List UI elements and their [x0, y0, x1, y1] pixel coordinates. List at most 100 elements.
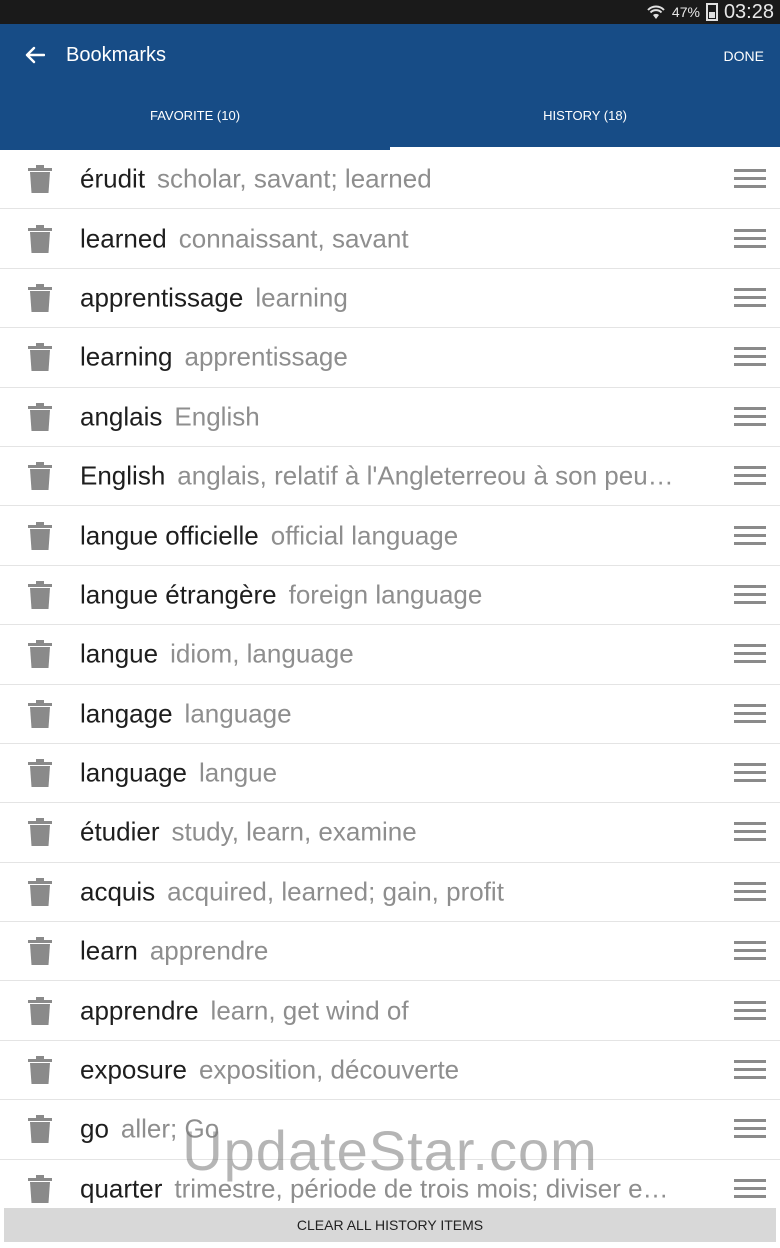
wifi-icon: [646, 4, 666, 20]
entry-translation: foreign language: [288, 579, 483, 610]
entry-word: langue: [80, 638, 159, 669]
tab-history[interactable]: HISTORY (18): [390, 86, 780, 150]
list-item[interactable]: langue étrangère foreign language: [0, 566, 780, 626]
trash-icon[interactable]: [28, 640, 52, 669]
entry-text: érudit scholar, savant; learned: [80, 164, 710, 195]
entry-translation: anglais, relatif à l'Angleterreou à son …: [177, 460, 674, 491]
entry-text: go aller; Go: [80, 1114, 710, 1145]
trash-icon[interactable]: [28, 521, 52, 550]
trash-icon[interactable]: [28, 402, 52, 431]
entry-word: anglais: [80, 401, 163, 432]
drag-handle-icon[interactable]: [734, 406, 766, 427]
entry-translation: connaissant, savant: [178, 223, 409, 254]
history-list: érudit scholar, savant; learned learned con…: [0, 150, 780, 1207]
list-item[interactable]: apprendre learn, get wind of: [0, 981, 780, 1041]
entry-word: language: [80, 757, 187, 788]
entry-text: étudier study, learn, examine: [80, 817, 710, 848]
entry-word: go: [80, 1113, 109, 1144]
list-item[interactable]: learned connaissant, savant: [0, 209, 780, 269]
app-bar: Bookmarks DONE FAVORITE (10) HISTORY (18…: [0, 24, 780, 150]
entry-word: learn: [80, 935, 138, 966]
entry-translation: apprentissage: [184, 341, 348, 372]
list-item[interactable]: langue officielle official language: [0, 506, 780, 566]
drag-handle-icon[interactable]: [734, 1060, 766, 1080]
list-item[interactable]: quarter trimestre, période de trois mois;…: [0, 1160, 780, 1207]
drag-handle-icon[interactable]: [734, 584, 766, 605]
entry-text: apprentissage learning: [80, 282, 710, 313]
clear-history-button[interactable]: CLEAR ALL HISTORY ITEMS: [4, 1208, 776, 1242]
trash-icon[interactable]: [28, 283, 52, 312]
entry-word: langue officielle: [80, 520, 259, 551]
drag-handle-icon[interactable]: [734, 287, 766, 308]
drag-handle-icon[interactable]: [734, 525, 766, 546]
trash-icon[interactable]: [28, 759, 52, 788]
list-item[interactable]: érudit scholar, savant; learned: [0, 150, 780, 210]
entry-word: learning: [80, 341, 173, 372]
entry-translation: exposition, découverte: [198, 1054, 460, 1085]
list-item[interactable]: exposure exposition, découverte: [0, 1041, 780, 1101]
arrow-left-icon[interactable]: [22, 42, 48, 68]
entry-text: acquis acquired, learned; gain, profit: [80, 876, 710, 907]
trash-icon[interactable]: [28, 580, 52, 609]
list-item[interactable]: language langue: [0, 744, 780, 804]
trash-icon[interactable]: [28, 165, 52, 194]
entry-text: langue idiom, language: [80, 639, 710, 670]
list-item[interactable]: apprentissage learning: [0, 269, 780, 329]
entry-text: language langue: [80, 758, 710, 789]
entry-translation: acquired, learned; gain, profit: [167, 876, 504, 907]
trash-icon[interactable]: [28, 1056, 52, 1085]
entry-translation: language: [184, 698, 292, 729]
entry-word: English: [80, 460, 166, 491]
drag-handle-icon[interactable]: [734, 1178, 766, 1199]
drag-handle-icon[interactable]: [734, 763, 766, 783]
trash-icon[interactable]: [28, 343, 52, 372]
entry-translation: official language: [270, 520, 459, 551]
list-item[interactable]: learning apprentissage: [0, 328, 780, 388]
tab-favorite[interactable]: FAVORITE (10): [0, 86, 390, 150]
list-item[interactable]: langage language: [0, 685, 780, 744]
list-item[interactable]: anglais English: [0, 388, 780, 447]
entry-translation: learning: [255, 282, 348, 313]
entry-word: acquis: [80, 876, 156, 907]
drag-handle-icon[interactable]: [734, 169, 766, 189]
list-item[interactable]: go aller; Go: [0, 1100, 780, 1160]
drag-handle-icon[interactable]: [734, 941, 766, 961]
entry-text: English anglais, relatif à l'Angleterreou…: [80, 461, 710, 492]
trash-icon[interactable]: [28, 1174, 52, 1203]
drag-handle-icon[interactable]: [734, 644, 766, 664]
entry-word: apprendre: [80, 995, 199, 1026]
drag-handle-icon[interactable]: [734, 1119, 766, 1139]
trash-icon[interactable]: [28, 877, 52, 906]
entry-word: langue étrangère: [80, 579, 277, 610]
entry-word: étudier: [80, 816, 160, 847]
entry-text: langue étrangère foreign language: [80, 579, 710, 610]
drag-handle-icon[interactable]: [734, 1000, 766, 1021]
drag-handle-icon[interactable]: [734, 822, 766, 842]
drag-handle-icon[interactable]: [734, 347, 766, 367]
entry-word: quarter: [80, 1173, 163, 1204]
list-item[interactable]: learn apprendre: [0, 922, 780, 982]
entry-translation: apprendre: [149, 935, 269, 966]
clock: 03:28: [723, 0, 774, 23]
list-item[interactable]: étudier study, learn, examine: [0, 803, 780, 863]
trash-icon[interactable]: [28, 462, 52, 491]
drag-handle-icon[interactable]: [734, 228, 766, 249]
entry-translation: trimestre, période de trois mois; divise…: [174, 1173, 669, 1204]
trash-icon[interactable]: [28, 224, 52, 253]
entry-text: learn apprendre: [80, 936, 710, 967]
drag-handle-icon[interactable]: [734, 703, 766, 724]
trash-icon[interactable]: [28, 1115, 52, 1144]
trash-icon[interactable]: [28, 996, 52, 1025]
list-item[interactable]: acquis acquired, learned; gain, profit: [0, 863, 780, 923]
list-item[interactable]: langue idiom, language: [0, 625, 780, 685]
done-button[interactable]: DONE: [724, 48, 764, 64]
trash-icon[interactable]: [28, 699, 52, 728]
entry-text: learned connaissant, savant: [80, 223, 710, 254]
trash-icon[interactable]: [28, 818, 52, 847]
list-item[interactable]: English anglais, relatif à l'Angleterreou…: [0, 447, 780, 507]
trash-icon[interactable]: [28, 937, 52, 966]
tab-bar: FAVORITE (10) HISTORY (18): [0, 86, 780, 150]
entry-text: langage language: [80, 698, 710, 729]
drag-handle-icon[interactable]: [734, 881, 766, 902]
drag-handle-icon[interactable]: [734, 466, 766, 486]
